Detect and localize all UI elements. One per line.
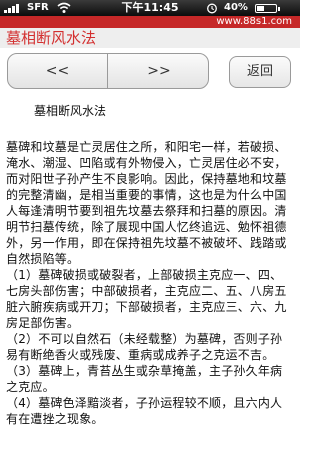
page-title: 墓相断风水法 <box>6 29 97 47</box>
article-body: 墓碑和坟墓是亡灵居住之所，和阳宅一样，若破损、淹水、潮湿、凹陷或有外物侵入，亡灵… <box>6 139 292 427</box>
battery-level-fill <box>257 6 264 11</box>
article-paragraph: 墓碑和坟墓是亡灵居住之所，和阳宅一样，若破损、淹水、潮湿、凹陷或有外物侵入，亡灵… <box>6 140 287 266</box>
site-url-strip: www.88s1.com <box>0 16 300 28</box>
article-paragraph: （4）墓碑色泽黯淡者，子孙运程较不顺，且六内人有在遭挫之现象。 <box>6 396 283 426</box>
article-paragraph: （1）墓碑破损或破裂者，上部破损主克应一、四、七房头部伤害；中部破损者，主克应二… <box>6 268 287 330</box>
prev-next-segmented-control: << >> <box>7 53 209 89</box>
next-button[interactable]: >> <box>109 54 208 88</box>
article-title: 墓相断风水法 <box>34 104 107 118</box>
article-paragraph: （2）不可以自然石（未经载整）为墓碑，否则子孙易有断绝香火或残废、重病或成养子之… <box>6 332 283 362</box>
status-bar: SFR 下午11:45 40% <box>0 0 300 16</box>
battery-percent: 40% <box>224 2 248 13</box>
title-bar: 墓相断风水法 <box>0 28 300 48</box>
article-content[interactable]: 墓相断风水法 墓碑和坟墓是亡灵居住之所，和阳宅一样，若破损、淹水、潮湿、凹陷或有… <box>0 94 300 450</box>
back-button[interactable]: 返回 <box>229 56 291 88</box>
alarm-clock-icon <box>207 3 217 14</box>
previous-button[interactable]: << <box>8 54 108 88</box>
battery-icon <box>255 4 280 13</box>
article-paragraph: （3）墓碑上，青苔丛生或杂草掩盖，主子孙久年病之克应。 <box>6 364 283 394</box>
navigation-bar: << >> 返回 <box>0 48 300 94</box>
